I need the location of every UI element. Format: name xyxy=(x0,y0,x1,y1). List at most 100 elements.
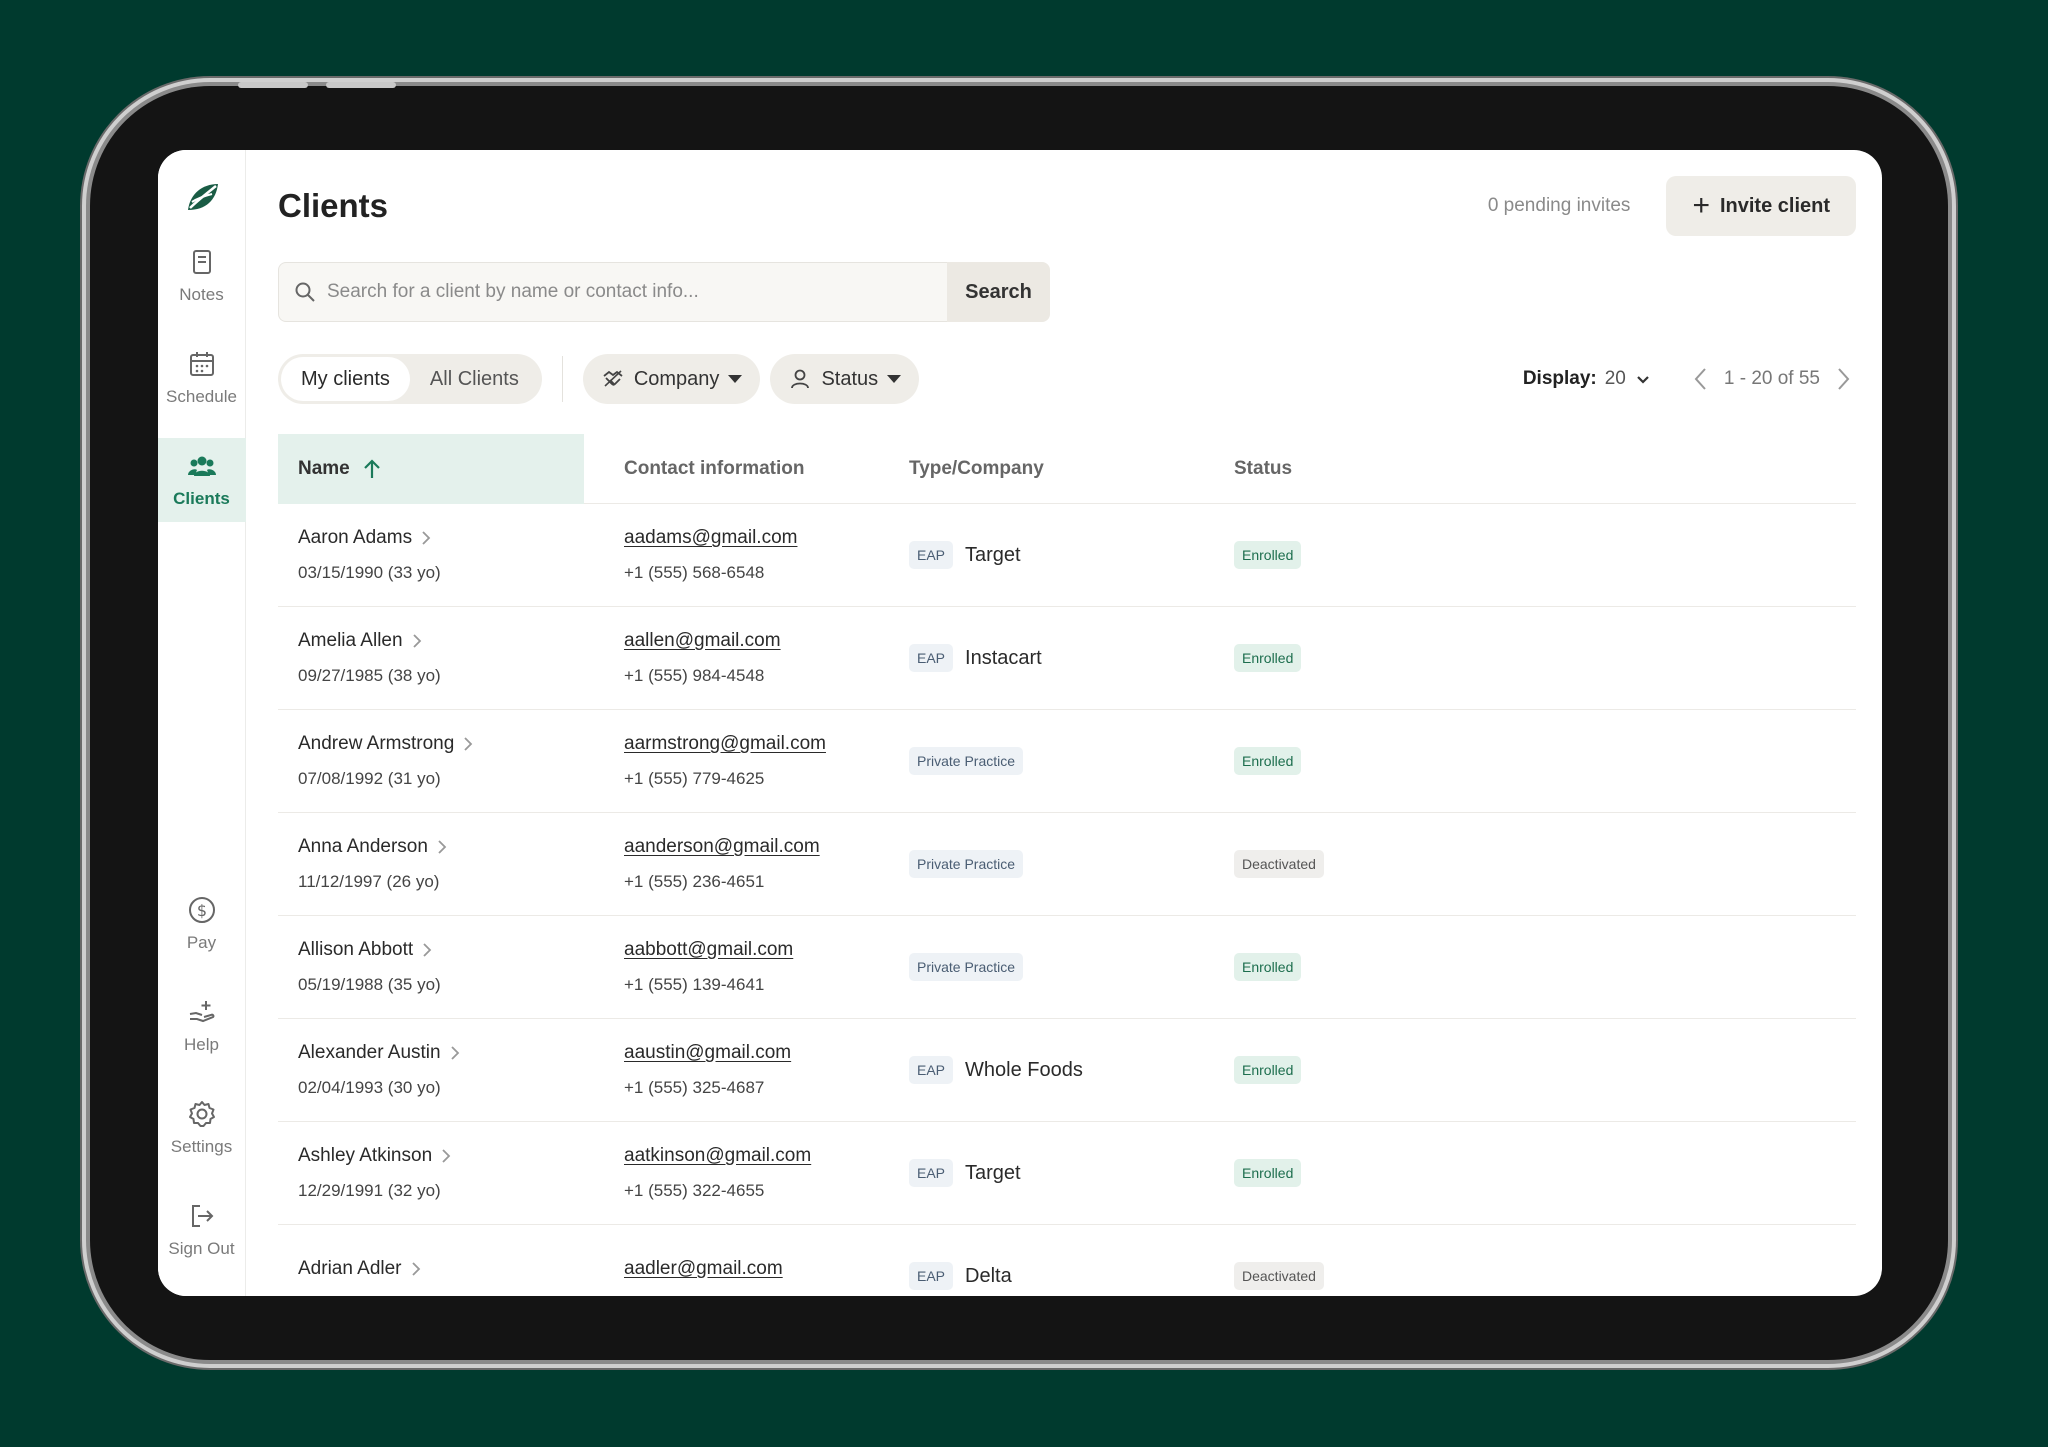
table-row[interactable]: Andrew Armstrong 07/08/1992 (31 yo) aarm… xyxy=(278,710,1856,813)
status-badge: Enrolled xyxy=(1234,747,1302,775)
client-name-link[interactable]: Andrew Armstrong xyxy=(298,733,584,755)
client-name-link[interactable]: Adrian Adler xyxy=(298,1258,584,1280)
hardware-button xyxy=(238,82,308,88)
main-content: Clients 0 pending invites + Invite clien… xyxy=(246,150,1882,1296)
client-name: Amelia Allen xyxy=(298,630,403,651)
client-email-link[interactable]: aabbott@gmail.com xyxy=(624,939,909,961)
clients-table: Name Contact information Type/Company St… xyxy=(278,433,1856,1296)
contact-cell: aabbott@gmail.com +1 (555) 139-4641 xyxy=(584,939,909,995)
client-email-link[interactable]: aarmstrong@gmail.com xyxy=(624,733,909,755)
sidebar-item-notes[interactable]: Notes xyxy=(158,234,246,318)
client-name-link[interactable]: Alexander Austin xyxy=(298,1042,584,1064)
client-name: Allison Abbott xyxy=(298,939,414,960)
client-email-link[interactable]: aanderson@gmail.com xyxy=(624,836,909,858)
name-column-header[interactable]: Name xyxy=(278,433,584,504)
type-company-cell: EAP Whole Foods xyxy=(909,1056,1234,1084)
search-bar: Search xyxy=(278,262,1856,322)
name-cell: Alexander Austin 02/04/1993 (30 yo) xyxy=(278,1042,584,1098)
client-name-link[interactable]: Anna Anderson xyxy=(298,836,584,858)
client-company: Target xyxy=(965,543,1021,566)
status-cell: Deactivated xyxy=(1234,1262,1634,1290)
table-row[interactable]: Amelia Allen 09/27/1985 (38 yo) aallen@g… xyxy=(278,607,1856,710)
sidebar: Notes Schedule Clients $ Pay Help Settin… xyxy=(158,150,246,1296)
company-filter-dropdown[interactable]: Company xyxy=(582,354,761,404)
client-phone: +1 (555) 139-4641 xyxy=(624,975,765,994)
type-company-cell: Private Practice xyxy=(909,747,1234,775)
table-row[interactable]: Aaron Adams 03/15/1990 (33 yo) aadams@gm… xyxy=(278,504,1856,607)
contact-cell: aarmstrong@gmail.com +1 (555) 779-4625 xyxy=(584,733,909,789)
invite-client-button[interactable]: + Invite client xyxy=(1666,176,1856,236)
client-email-link[interactable]: aadler@gmail.com xyxy=(624,1258,909,1280)
table-body: Aaron Adams 03/15/1990 (33 yo) aadams@gm… xyxy=(278,504,1856,1296)
client-type-tag: Private Practice xyxy=(909,747,1024,775)
status-badge: Enrolled xyxy=(1234,1159,1302,1187)
display-value: 20 xyxy=(1604,368,1626,389)
caret-down-icon xyxy=(887,375,902,383)
client-company: Target xyxy=(965,1161,1021,1184)
sidebar-item-sign-out[interactable]: Sign Out xyxy=(158,1188,246,1272)
table-row[interactable]: Anna Anderson 11/12/1997 (26 yo) aanders… xyxy=(278,813,1856,916)
table-header: Name Contact information Type/Company St… xyxy=(278,433,1856,504)
sidebar-item-label: Settings xyxy=(170,1137,233,1156)
status-badge: Enrolled xyxy=(1234,953,1302,981)
chevron-right-icon xyxy=(422,531,431,545)
client-name-link[interactable]: Amelia Allen xyxy=(298,630,584,652)
chevron-right-icon xyxy=(423,943,432,957)
search-icon xyxy=(295,282,315,302)
client-company: Instacart xyxy=(965,646,1042,669)
client-name-link[interactable]: Ashley Atkinson xyxy=(298,1145,584,1167)
sidebar-item-clients[interactable]: Clients xyxy=(158,438,246,522)
table-row[interactable]: Adrian Adler aadler@gmail.com EAP Delta … xyxy=(278,1225,1856,1296)
client-name-link[interactable]: Allison Abbott xyxy=(298,939,584,961)
company-filter-label: Company xyxy=(633,367,720,390)
type-company-cell: Private Practice xyxy=(909,953,1234,981)
client-name: Alexander Austin xyxy=(298,1042,441,1063)
chevron-right-icon xyxy=(438,840,447,854)
client-dob: 07/08/1992 (31 yo) xyxy=(298,769,441,788)
name-cell: Amelia Allen 09/27/1985 (38 yo) xyxy=(278,630,584,686)
caret-down-icon xyxy=(728,375,743,383)
status-cell: Enrolled xyxy=(1234,541,1634,569)
sidebar-item-help[interactable]: Help xyxy=(158,984,246,1068)
status-filter-dropdown[interactable]: Status xyxy=(770,354,920,404)
status-cell: Enrolled xyxy=(1234,747,1634,775)
status-badge: Enrolled xyxy=(1234,644,1302,672)
sidebar-item-label: Help xyxy=(184,1035,219,1054)
search-input[interactable] xyxy=(327,281,927,303)
chevron-left-icon[interactable] xyxy=(1692,366,1710,392)
table-row[interactable]: Alexander Austin 02/04/1993 (30 yo) aaus… xyxy=(278,1019,1856,1122)
sidebar-item-pay[interactable]: $ Pay xyxy=(158,882,246,966)
contact-cell: aaustin@gmail.com +1 (555) 325-4687 xyxy=(584,1042,909,1098)
client-dob: 02/04/1993 (30 yo) xyxy=(298,1078,441,1097)
table-row[interactable]: Allison Abbott 05/19/1988 (35 yo) aabbot… xyxy=(278,916,1856,1019)
client-type-tag: EAP xyxy=(909,644,954,672)
search-field-wrapper xyxy=(278,262,947,322)
app-screen: Notes Schedule Clients $ Pay Help Settin… xyxy=(158,150,1882,1296)
status-badge: Deactivated xyxy=(1234,1262,1324,1290)
name-cell: Anna Anderson 11/12/1997 (26 yo) xyxy=(278,836,584,892)
display-count-select[interactable]: Display: 20 xyxy=(1523,368,1652,390)
contact-cell: aatkinson@gmail.com +1 (555) 322-4655 xyxy=(584,1145,909,1201)
handshake-icon xyxy=(603,370,623,387)
client-email-link[interactable]: aaustin@gmail.com xyxy=(624,1042,909,1064)
name-cell: Aaron Adams 03/15/1990 (33 yo) xyxy=(278,527,584,583)
name-header-label: Name xyxy=(298,457,350,479)
chevron-right-icon xyxy=(442,1149,451,1163)
contact-column-header: Contact information xyxy=(624,457,805,479)
client-name-link[interactable]: Aaron Adams xyxy=(298,527,584,549)
client-email-link[interactable]: aallen@gmail.com xyxy=(624,630,909,652)
dollar-icon: $ xyxy=(188,897,215,923)
contact-cell: aanderson@gmail.com +1 (555) 236-4651 xyxy=(584,836,909,892)
pagination: 1 - 20 of 55 xyxy=(1692,366,1852,392)
all-clients-tab[interactable]: All Clients xyxy=(410,357,539,401)
table-row[interactable]: Ashley Atkinson 12/29/1991 (32 yo) aatki… xyxy=(278,1122,1856,1225)
chevron-right-icon[interactable] xyxy=(1834,366,1852,392)
search-button[interactable]: Search xyxy=(947,262,1050,322)
status-cell: Enrolled xyxy=(1234,1159,1634,1187)
client-email-link[interactable]: aatkinson@gmail.com xyxy=(624,1145,909,1167)
client-email-link[interactable]: aadams@gmail.com xyxy=(624,527,909,549)
my-clients-tab[interactable]: My clients xyxy=(281,357,410,401)
sidebar-item-schedule[interactable]: Schedule xyxy=(158,336,246,420)
sidebar-item-settings[interactable]: Settings xyxy=(158,1086,246,1170)
client-name: Adrian Adler xyxy=(298,1258,402,1279)
